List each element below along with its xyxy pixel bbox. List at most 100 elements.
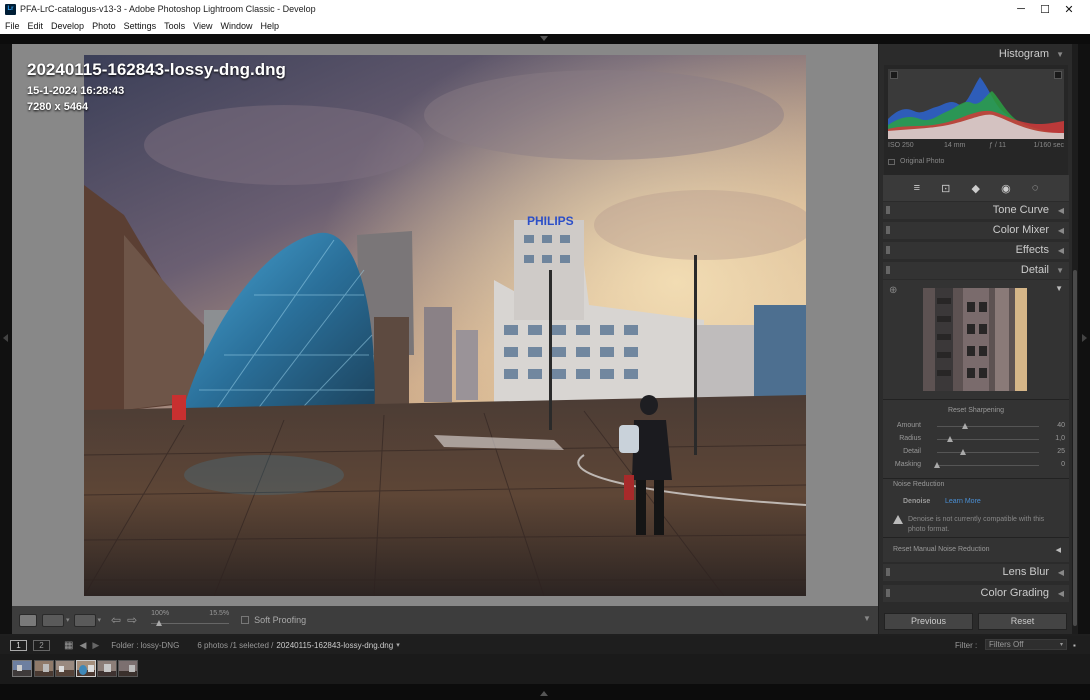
reset-noise-reduction-label[interactable]: Reset Manual Noise Reduction xyxy=(893,546,990,553)
overlay-dimensions: 7280 x 5464 xyxy=(27,101,89,113)
slider-radius[interactable]: Radius 1,0 xyxy=(891,433,1071,446)
dropdown-icon[interactable]: ▾ xyxy=(98,616,102,624)
histogram-title: Histogram xyxy=(998,48,1049,60)
color-grading-header[interactable]: Color Grading ◀ xyxy=(883,585,1069,602)
healing-eraser-icon[interactable]: ◆ xyxy=(971,182,979,195)
slider-value[interactable]: 0 xyxy=(1061,461,1065,468)
filmstrip-thumbnail[interactable] xyxy=(55,660,75,677)
effects-header[interactable]: Effects ◀ xyxy=(883,242,1069,259)
monitor-2-button[interactable]: 2 xyxy=(33,639,50,651)
loupe-view-button[interactable] xyxy=(19,613,37,627)
soft-proofing-label[interactable]: Soft Proofing xyxy=(254,615,306,625)
slider-knob-icon[interactable] xyxy=(961,423,968,429)
zoom-track xyxy=(151,623,230,624)
filter-select[interactable]: Filters Off ▾ xyxy=(985,639,1067,650)
swap-right-icon[interactable]: ⇨ xyxy=(127,613,137,627)
crop-icon[interactable]: ⊡ xyxy=(941,182,950,195)
slider-value[interactable]: 1,0 xyxy=(1055,435,1065,442)
panel-switch-icon[interactable] xyxy=(886,589,890,597)
masking-icon[interactable]: ◌ xyxy=(1032,182,1039,194)
menu-tools[interactable]: Tools xyxy=(164,21,185,31)
denoise-button[interactable]: Denoise xyxy=(903,498,930,505)
menu-window[interactable]: Window xyxy=(221,21,253,31)
slider-knob-icon[interactable] xyxy=(934,462,940,468)
slider-track[interactable] xyxy=(937,426,1039,427)
menu-file[interactable]: File xyxy=(5,21,20,31)
learn-more-link[interactable]: Learn More xyxy=(945,498,981,505)
lock-icon[interactable]: ▪ xyxy=(1073,641,1076,650)
menu-view[interactable]: View xyxy=(193,21,212,31)
color-mixer-header[interactable]: Color Mixer ◀ xyxy=(883,222,1069,239)
menu-settings[interactable]: Settings xyxy=(124,21,157,31)
filmstrip-thumbnail[interactable] xyxy=(118,660,138,677)
filmstrip-thumbnail-selected[interactable] xyxy=(76,660,96,677)
red-eye-icon[interactable]: ◉ xyxy=(1001,182,1011,195)
toolbar-options-icon[interactable]: ▼ xyxy=(863,614,871,623)
panel-switch-icon[interactable] xyxy=(886,226,890,234)
close-button[interactable]: ✕ xyxy=(1046,0,1090,18)
target-adjust-icon[interactable]: ⊕ xyxy=(889,285,897,296)
panel-switch-icon[interactable] xyxy=(886,246,890,254)
original-photo-checkbox[interactable] xyxy=(888,159,895,165)
forward-arrow-icon[interactable]: ▶ xyxy=(92,640,99,651)
menu-edit[interactable]: Edit xyxy=(28,21,44,31)
menu-develop[interactable]: Develop xyxy=(51,21,84,31)
current-filename[interactable]: 20240115-162843-lossy-dng.dng xyxy=(276,641,393,650)
expand-left-small-icon[interactable]: ◀ xyxy=(1056,546,1061,554)
slider-value[interactable]: 40 xyxy=(1057,422,1065,429)
swap-left-icon[interactable]: ⇦ xyxy=(111,613,121,627)
slider-detail[interactable]: Detail 25 xyxy=(891,446,1071,459)
shadow-clipping-icon[interactable] xyxy=(890,71,898,79)
soft-proofing-checkbox[interactable] xyxy=(241,616,250,624)
slider-track[interactable] xyxy=(937,465,1039,466)
filmstrip-thumbnail[interactable] xyxy=(97,660,117,677)
source-menu-icon[interactable]: ▾ xyxy=(396,641,400,649)
menu-help[interactable]: Help xyxy=(261,21,280,31)
develop-toolbar: ▾ ▾ ⇦ ⇨ 100% 15.5% Soft Proofing ▼ xyxy=(12,606,878,634)
panel-switch-icon[interactable] xyxy=(886,568,890,576)
histogram-panel[interactable]: ISO 250 14 mm ƒ / 11 1/160 sec Original … xyxy=(884,65,1068,191)
compare-yy-button[interactable] xyxy=(73,613,96,627)
panel-switch-icon[interactable] xyxy=(886,206,890,214)
detail-preview-menu-icon[interactable]: ▼ xyxy=(1055,284,1063,293)
monitor-1-button[interactable]: 1 xyxy=(10,639,27,651)
expand-left-icon xyxy=(3,334,8,342)
panel-scrollbar[interactable] xyxy=(1072,44,1078,634)
edit-sliders-icon[interactable]: ≡ xyxy=(914,182,920,194)
menu-photo[interactable]: Photo xyxy=(92,21,116,31)
original-photo-label[interactable]: Original Photo xyxy=(900,158,944,165)
back-arrow-icon[interactable]: ◀ xyxy=(79,640,86,651)
highlight-clipping-icon[interactable] xyxy=(1054,71,1062,79)
tone-curve-header[interactable]: Tone Curve ◀ xyxy=(883,202,1069,219)
detail-zoom-preview[interactable] xyxy=(923,288,1027,391)
slider-knob-icon[interactable] xyxy=(959,449,966,455)
previous-button[interactable]: Previous xyxy=(884,613,973,630)
slider-track[interactable] xyxy=(937,452,1039,453)
photo-preview[interactable]: PHILIPS xyxy=(84,55,806,596)
histogram-header[interactable]: Histogram ▼ xyxy=(883,46,1069,63)
slider-masking[interactable]: Masking 0 xyxy=(891,459,1071,472)
panel-switch-icon[interactable] xyxy=(886,266,890,274)
bottom-panel-toggle[interactable] xyxy=(0,684,1090,700)
filmstrip-thumbnail[interactable] xyxy=(34,660,54,677)
lens-blur-header[interactable]: Lens Blur ◀ xyxy=(883,564,1069,581)
detail-header[interactable]: Detail ▼ xyxy=(883,262,1069,279)
zoom-knob-icon[interactable] xyxy=(156,620,163,626)
reset-sharpening-label[interactable]: Reset Sharpening xyxy=(883,407,1069,414)
right-panel-toggle[interactable] xyxy=(1078,44,1090,634)
scrollbar-thumb[interactable] xyxy=(1073,270,1077,626)
image-canvas[interactable]: PHILIPS xyxy=(12,44,878,606)
slider-value[interactable]: 25 xyxy=(1057,448,1065,455)
left-panel-toggle[interactable] xyxy=(0,44,12,634)
before-after-button[interactable] xyxy=(42,613,64,627)
top-panel-toggle[interactable] xyxy=(0,34,1090,44)
reset-button[interactable]: Reset xyxy=(978,613,1067,630)
folder-label[interactable]: Folder : lossy-DNG xyxy=(111,641,179,650)
filmstrip-thumbnail[interactable] xyxy=(12,660,32,677)
grid-view-icon[interactable]: ▦ xyxy=(64,640,73,651)
zoom-slider[interactable]: 100% 15.5% xyxy=(151,609,230,631)
dropdown-icon[interactable]: ▾ xyxy=(66,616,70,624)
slider-amount[interactable]: Amount 40 xyxy=(891,420,1071,433)
denoise-warning-text: Denoise is not currently compatible with… xyxy=(908,516,1045,533)
slider-knob-icon[interactable] xyxy=(947,436,954,442)
